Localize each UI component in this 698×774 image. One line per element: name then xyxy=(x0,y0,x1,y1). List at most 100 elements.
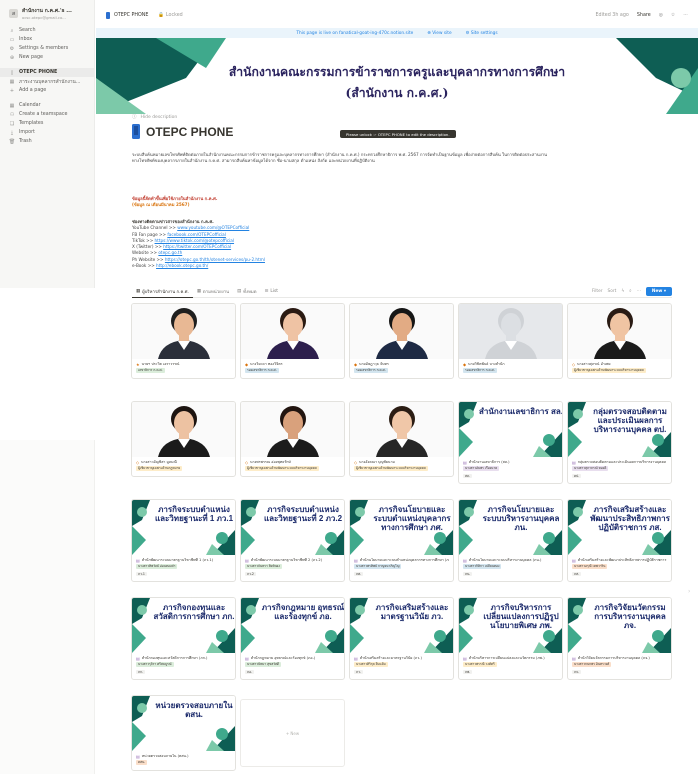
sidebar-item-trash[interactable]: 🗑 Trash xyxy=(0,137,94,146)
unit-card[interactable]: ภารกิจเสริมสร้างและพัฒนาประสิทธิภาพการปฏ… xyxy=(567,499,672,583)
unlock-tooltip[interactable]: Please unlock ☞ OTEPC PHONE to edit the … xyxy=(340,130,456,138)
card-title-row: ▤ สำนักพัฒนาระบบมาตรฐานวิชาชีพที่ 1 (ภว.1… xyxy=(136,558,231,563)
unit-card[interactable]: ภารกิจบริหารการเปลี่ยนแปลงการปฏิรูปนโยบา… xyxy=(458,597,563,681)
channel-list: ช่องทางติดตามข่าวสารของสำนักงาน ก.ค.ศ. Y… xyxy=(132,219,265,269)
unit-card[interactable]: หน่วยตรวจสอบภายใน ตสน. ▤ หน่วยตรวจสอบภายใน… xyxy=(131,695,236,771)
unit-card[interactable]: ภารกิจวิจัยนวัตกรรมการบริหารงานบุคคล ภจ.… xyxy=(567,597,672,681)
more-icon[interactable]: ⋯ xyxy=(637,289,641,294)
unit-card[interactable]: ภารกิจเสริมสร้างและมาตรฐานวินัย ภว. ▤ สำนั… xyxy=(349,597,454,681)
card-cover: ภารกิจวิจัยนวัตกรรมการบริหารงานบุคคล ภจ. xyxy=(568,598,671,653)
person-card[interactable]: ◆ นายวิชิตพันธ์ บางสำนัก รองเลขาธิการ ก.ค.… xyxy=(458,303,563,379)
lock-status[interactable]: 🔒 Locked xyxy=(158,13,182,18)
card-unit-tag: สล. xyxy=(463,473,472,479)
cover-shape xyxy=(137,507,147,517)
unit-card[interactable]: กลุ่มตรวจสอบติดตามและประเมินผลการบริหารง… xyxy=(567,401,672,485)
sidebar-add-page[interactable]: + Add a page xyxy=(0,86,94,95)
sidebar-item-calendar[interactable]: ▦ Calendar xyxy=(0,101,94,110)
person-card[interactable]: ◇ นางพรพรรณ อ่องพุทธรักษ์ ผู้เชี่ยวชาญเฉพา… xyxy=(240,401,345,477)
unit-card[interactable]: ภารกิจกองทุนและสวัสดิการการศึกษา ภก. ▤ สำน… xyxy=(131,597,236,681)
sidebar-item-create-teamspace[interactable]: ⚇ Create a teamspace xyxy=(0,110,94,119)
card-title: สำนักพัฒนาระบบมาตรฐานวิชาชีพที่ 1 (ภว.1) xyxy=(141,558,214,562)
more-icon[interactable]: ⋯ xyxy=(683,13,688,18)
card-unit-tag: ภว. xyxy=(354,669,363,675)
portrait-face xyxy=(392,313,412,337)
person-card[interactable]: ◇ นางอังคณา บุญชัยนาม ผู้เชี่ยวชาญเฉพาะด้า… xyxy=(349,401,454,477)
person-icon: ◆ xyxy=(463,362,467,367)
person-icon: ◆ xyxy=(245,362,249,367)
person-card[interactable]: ◆ นายอัษฎาวุธ จันทร รองเลขาธิการ ก.ค.ศ. xyxy=(349,303,454,379)
sidebar-item-search[interactable]: ⌕ Search xyxy=(0,26,94,35)
channel-link[interactable]: http://ebook.otepc.go.th/ xyxy=(156,263,208,268)
card-caption: ▤ หน่วยตรวจสอบภายใน (ตสน.) ตสน. xyxy=(132,751,235,770)
person-card[interactable]: ◆ นางวิยะดา ทองวิจิตร รองเลขาธิการ ก.ค.ศ. xyxy=(240,303,345,379)
cover-shape xyxy=(137,605,147,615)
person-card[interactable]: ◇ นางสาวศุภรณ์ อำเพย ผู้เชี่ยวชาญเฉพาะด้าน… xyxy=(567,303,672,379)
sidebar-item-new-page[interactable]: ⊕ New page xyxy=(0,53,94,62)
tab-by-unit[interactable]: ▦ ตามหน่วยงาน xyxy=(193,286,233,298)
breadcrumb[interactable]: OTEPC PHONE xyxy=(114,13,148,18)
unit-card[interactable]: ภารกิจนโยบายและระบบบริหารงานบุคคล ภน. ▤ สำ… xyxy=(458,499,563,583)
page-note: ข้อมูลนี้จัดทำขึ้นเพื่อใช้ภายในสำนักงาน … xyxy=(132,196,217,209)
new-button[interactable]: New ▾ xyxy=(645,287,672,296)
scroll-arrow-icon[interactable]: › xyxy=(688,588,690,595)
trash-icon: 🗑 xyxy=(8,138,16,145)
cover-shape xyxy=(543,532,555,544)
sidebar-page-otepc-phone[interactable]: ▯ OTEPC PHONE xyxy=(0,68,94,77)
sidebar-item-inbox[interactable]: ▭ Inbox xyxy=(0,35,94,44)
card-unit-tag: ภว.2 xyxy=(245,571,256,577)
view-site-label: View site xyxy=(432,30,452,36)
folder-icon: ▤ xyxy=(463,558,467,563)
comments-icon[interactable]: ◎ xyxy=(659,13,663,18)
channel-link[interactable]: facebook.com/OTEPCofficial xyxy=(167,232,226,237)
hide-description-toggle[interactable]: ⓘ Hide description xyxy=(132,114,177,121)
card-caption: ★ นายฯ ประวิต เอราวรรณ์ เลขาธิการ ก.ค.ศ. xyxy=(132,359,235,378)
channel-link[interactable]: https://twitter.com/OTEPCofficial xyxy=(163,244,231,249)
card-cover: หน่วยตรวจสอบภายใน ตสน. xyxy=(132,696,235,751)
card-title-row: ▤ สำนักบริหารการเปลี่ยนแปลงและนวัตกรรม (ภ… xyxy=(463,656,558,661)
view-site-link[interactable]: ⊕ View site xyxy=(427,31,451,36)
tab-list[interactable]: ☰ List xyxy=(261,286,282,298)
tab-all[interactable]: ▤ ทั้งหมด xyxy=(233,286,260,298)
share-button[interactable]: Share xyxy=(637,13,651,18)
star-icon[interactable]: ☆ xyxy=(671,13,675,18)
cover-shape xyxy=(652,434,664,446)
add-card-button[interactable]: + New xyxy=(240,699,345,767)
sidebar-page-staff[interactable]: ▦ ภาระงานบุคลากรสำนักงาน... xyxy=(0,77,94,86)
card-caption: ▤ สำนักงานเลขาธิการ (สล.) นางสาวอัมพร เรือ… xyxy=(459,457,562,483)
workspace-switcher[interactable]: ส สำนักงาน ก.ค.ศ.'s ... ocsc.otepc@gmail… xyxy=(0,0,94,26)
channel-link[interactable]: otepc.go.th xyxy=(158,250,182,255)
portrait-photo xyxy=(376,308,428,359)
sidebar-item-settings[interactable]: ⚙ Settings & members xyxy=(0,44,94,53)
card-caption: ◇ นางพรพรรณ อ่องพุทธรักษ์ ผู้เชี่ยวชาญเฉพา… xyxy=(241,457,344,476)
unit-cover-title: กลุ่มตรวจสอบติดตามและประเมินผลการบริหารง… xyxy=(593,407,667,434)
site-settings-link[interactable]: ⚙ Site settings xyxy=(466,31,498,36)
unit-card[interactable]: ภารกิจกฎหมาย อุทธรณ์ และร้องทุกข์ ภอ. ▤ สำ… xyxy=(240,597,345,681)
person-card[interactable]: ◇ นางสาวอัญชิสา มูลมณี ผู้เชี่ยวชาญเฉพาะด้… xyxy=(131,401,236,477)
card-title-row: ▤ สำนักนโยบายและระบบบริหารงานบุคคล (ภน.) xyxy=(463,558,558,563)
channel-label: e-Book >> xyxy=(132,263,157,269)
unit-card[interactable]: สำนักงานเลขาธิการ สล. ▤ สำนักงานเลขาธิการ … xyxy=(458,401,563,485)
unit-card[interactable]: ภารกิจระบบตำแหน่งและวิทยฐานะที่ 2 ภว.2 ▤ ส… xyxy=(240,499,345,583)
search-icon[interactable]: ⌕ xyxy=(629,289,631,294)
unit-card[interactable]: ภารกิจนโยบายและระบบตำแหน่งบุคลากรทางการศ… xyxy=(349,499,454,583)
sort-button[interactable]: Sort xyxy=(608,289,617,294)
tab-executives[interactable]: ▦ ผู้บริหารสำนักงาน ก.ค.ศ. xyxy=(132,286,193,298)
channel-link[interactable]: https://www.tiktok.com/@otepcofficial xyxy=(155,238,235,243)
portrait-face xyxy=(174,313,194,337)
unit-cover-title: ภารกิจระบบตำแหน่งและวิทยฐานะที่ 2 ภว.2 xyxy=(263,505,343,523)
card-title-row: ▤ สำนักพัฒนาระบบมาตรฐานวิชาชีพที่ 2 (ภว.2… xyxy=(245,558,340,563)
card-unit-tag: ภว.1 xyxy=(136,571,147,577)
card-tag: รองเลขาธิการ ก.ค.ศ. xyxy=(463,368,497,373)
person-card[interactable]: ★ นายฯ ประวิต เอราวรรณ์ เลขาธิการ ก.ค.ศ. xyxy=(131,303,236,379)
page-title-row: OTEPC PHONE xyxy=(132,124,233,139)
channel-label: X (Twitter) >> xyxy=(132,244,164,250)
channel-link[interactable]: https://otepc.go.th/th/otenet-services/p… xyxy=(165,257,265,262)
sidebar-item-label: ภาระงานบุคลากรสำนักงาน... xyxy=(19,79,81,85)
portrait-face xyxy=(283,411,303,435)
channel-link[interactable]: www.youtube.com/@OTEPCofficial xyxy=(177,225,249,230)
sidebar-item-import[interactable]: ⤓ Import xyxy=(0,128,94,137)
sidebar-item-templates[interactable]: ❏ Templates xyxy=(0,119,94,128)
unit-card[interactable]: ภารกิจระบบตำแหน่งและวิทยฐานะที่ 1 ภว.1 ▤ ส… xyxy=(131,499,236,583)
filter-button[interactable]: Filter xyxy=(592,289,603,294)
lightning-icon[interactable]: ϟ xyxy=(621,289,624,294)
